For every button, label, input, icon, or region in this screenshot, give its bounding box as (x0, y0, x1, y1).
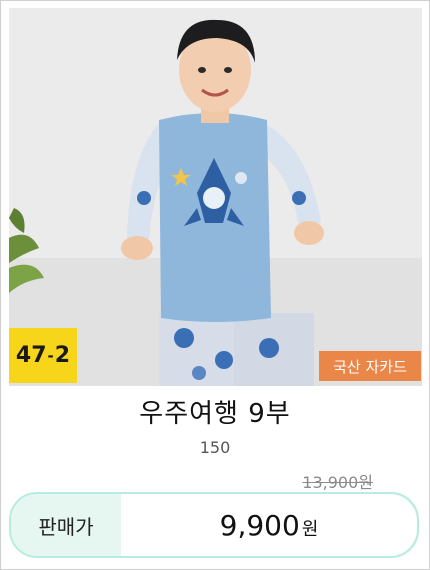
sale-price-label: 판매가 (38, 514, 94, 539)
sale-price-unit: 원 (301, 519, 319, 540)
sale-price: 9,900 (219, 508, 300, 542)
original-price: 13,900원 (302, 473, 373, 492)
lot-number: 47 (15, 343, 47, 368)
origin-badge: 국산 자카드 (319, 351, 421, 381)
product-title[interactable]: 우주여행 9부 (1, 393, 429, 430)
lot-number-badge: 47-2 (9, 328, 77, 383)
product-size: 150 (199, 438, 231, 457)
lot-sub-number: 2 (54, 343, 71, 368)
lot-separator: - (47, 346, 54, 365)
sale-price-value-area: 9,900 원 (121, 494, 417, 556)
product-card[interactable]: 47-2 국산 자카드 우주여행 9부 150 13,900원 판매가 9,90… (0, 0, 430, 570)
sale-price-box: 판매가 9,900 원 (9, 492, 419, 558)
